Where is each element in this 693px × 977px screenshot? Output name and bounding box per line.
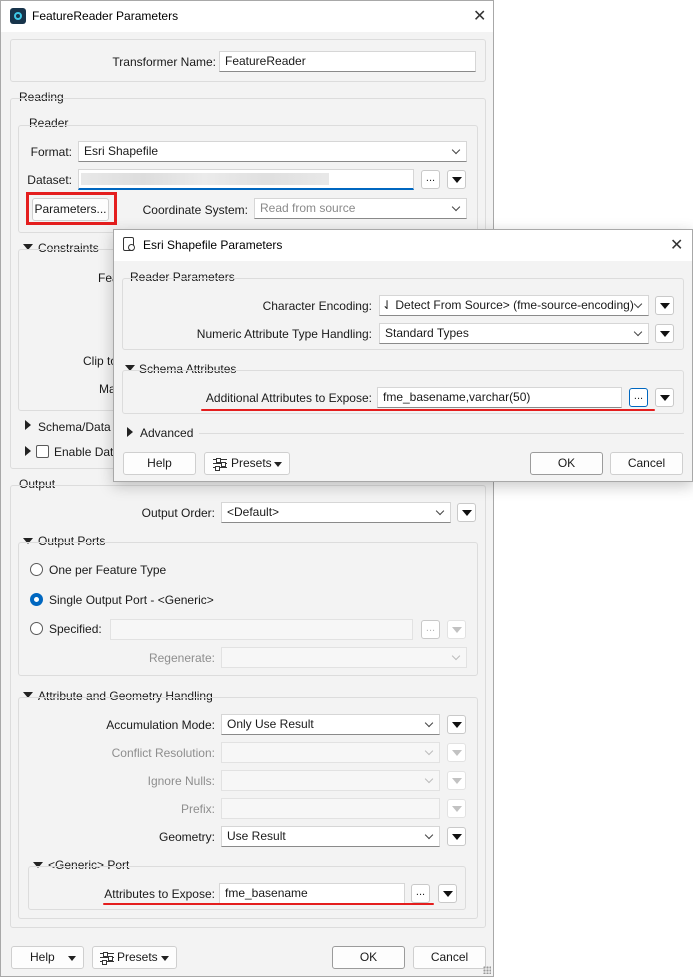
main-titlebar: FeatureReader Parameters ✕	[1, 1, 493, 32]
sub-presets-button[interactable]: Presets	[204, 452, 290, 475]
additional-attributes-label: Additional Attributes to Expose:	[205, 391, 372, 405]
additional-attributes-browse-button[interactable]: ...	[629, 388, 648, 407]
ignore-nulls-menu-button	[447, 771, 466, 790]
geometry-menu-button[interactable]	[447, 827, 466, 846]
conflict-resolution-menu-button	[447, 743, 466, 762]
radio-single-output-port-label: Single Output Port - <Generic>	[49, 593, 214, 607]
numeric-handling-select[interactable]: Standard Types	[379, 323, 649, 344]
sub-help-button[interactable]: Help	[123, 452, 196, 475]
character-encoding-select[interactable]: ⇃ Detect From Source> (fme-source-encodi…	[379, 295, 649, 316]
transformer-name-label: Transformer Name:	[112, 55, 216, 69]
output-order-label: Output Order:	[141, 506, 215, 520]
resize-grip[interactable]	[483, 966, 491, 974]
output-order-menu-button[interactable]	[457, 503, 476, 522]
advanced-label[interactable]: Advanced	[140, 426, 193, 440]
coordinate-system-select[interactable]: Read from source	[254, 198, 467, 219]
regenerate-label: Regenerate:	[148, 651, 215, 665]
radio-single-output-port[interactable]	[30, 593, 43, 606]
main-cancel-button[interactable]: Cancel	[413, 946, 486, 969]
geometry-label: Geometry:	[158, 830, 215, 844]
radio-one-per-feature-type[interactable]	[30, 563, 43, 576]
geometry-select[interactable]: Use Result	[221, 826, 440, 847]
app-icon	[10, 8, 26, 24]
dataset-browse-button[interactable]: ...	[421, 170, 440, 189]
attributes-to-expose-input[interactable]: fme_basename	[219, 883, 405, 904]
attributes-to-expose-red-underline	[103, 903, 434, 905]
radio-one-per-feature-type-label: One per Feature Type	[49, 563, 167, 577]
format-label: Format:	[30, 145, 72, 159]
prefix-input	[221, 798, 440, 819]
close-icon[interactable]: ✕	[670, 235, 683, 255]
chevron-down-icon	[274, 462, 282, 467]
attributes-to-expose-menu-button[interactable]	[438, 884, 457, 903]
presets-icon	[100, 952, 114, 965]
radio-specified[interactable]	[30, 622, 43, 635]
attributes-to-expose-label: Attributes to Expose:	[104, 887, 215, 901]
chevron-down-icon	[68, 956, 76, 961]
presets-icon	[213, 458, 227, 471]
attributes-to-expose-browse-button[interactable]: ...	[411, 884, 430, 903]
ignore-nulls-label: Ignore Nulls:	[147, 774, 215, 788]
accumulation-mode-select[interactable]: Only Use Result	[221, 714, 440, 735]
main-help-button[interactable]: Help	[11, 946, 84, 969]
additional-attributes-menu-button[interactable]	[655, 388, 674, 407]
specified-menu-button	[447, 620, 466, 639]
output-order-select[interactable]: <Default>	[221, 502, 451, 523]
prefix-menu-button	[447, 799, 466, 818]
expand-triangle-icon[interactable]	[127, 427, 133, 437]
sub-cancel-button[interactable]: Cancel	[610, 452, 683, 475]
main-title: FeatureReader Parameters	[32, 9, 179, 23]
transformer-name-input[interactable]: FeatureReader	[219, 51, 476, 72]
main-help-label: Help	[30, 950, 55, 964]
sub-ok-button[interactable]: OK	[530, 452, 603, 475]
sub-titlebar: Esri Shapefile Parameters ✕	[114, 230, 692, 261]
additional-attributes-red-underline	[201, 409, 655, 411]
expand-triangle-icon[interactable]	[25, 420, 31, 430]
advanced-separator	[199, 433, 684, 434]
accumulation-mode-label: Accumulation Mode:	[106, 718, 215, 732]
format-select[interactable]: Esri Shapefile	[78, 141, 467, 162]
enable-data-checkbox[interactable]	[36, 445, 49, 458]
document-settings-icon	[123, 237, 135, 251]
dataset-blurred-path	[81, 173, 329, 185]
character-encoding-label: Character Encoding:	[262, 299, 372, 313]
dataset-menu-button[interactable]	[447, 170, 466, 189]
numeric-handling-label: Numeric Attribute Type Handling:	[196, 327, 372, 341]
main-ok-button[interactable]: OK	[332, 946, 405, 969]
expand-triangle-icon[interactable]	[25, 446, 31, 456]
parameters-highlight-box	[26, 192, 117, 225]
specified-input	[110, 619, 413, 640]
sub-presets-label: Presets	[231, 456, 272, 470]
dataset-label: Dataset:	[27, 173, 72, 187]
schema-data-label[interactable]: Schema/Data I	[38, 420, 117, 434]
close-icon[interactable]: ✕	[473, 6, 486, 26]
character-encoding-menu-button[interactable]	[655, 296, 674, 315]
enable-data-label: Enable Data	[54, 445, 121, 459]
constraints-partial-label-2: Clip to	[83, 354, 118, 368]
coordinate-system-label: Coordinate System:	[142, 203, 248, 217]
esri-shapefile-parameters-dialog: Esri Shapefile Parameters ✕ Reader Param…	[113, 229, 693, 482]
chevron-down-icon	[161, 956, 169, 961]
numeric-handling-menu-button[interactable]	[655, 324, 674, 343]
regenerate-select	[221, 647, 467, 668]
additional-attributes-input[interactable]: fme_basename,varchar(50)	[377, 387, 622, 408]
sub-title: Esri Shapefile Parameters	[143, 238, 283, 252]
specified-browse-button: ...	[421, 620, 440, 639]
conflict-resolution-label: Conflict Resolution:	[111, 746, 215, 760]
conflict-resolution-select	[221, 742, 440, 763]
ignore-nulls-select	[221, 770, 440, 791]
featurereader-dialog: FeatureReader Parameters ✕ Transformer N…	[0, 0, 494, 977]
main-presets-label: Presets	[117, 950, 158, 964]
main-presets-button[interactable]: Presets	[92, 946, 177, 969]
radio-specified-label: Specified:	[49, 622, 102, 636]
prefix-label: Prefix:	[180, 802, 215, 816]
accumulation-mode-menu-button[interactable]	[447, 715, 466, 734]
